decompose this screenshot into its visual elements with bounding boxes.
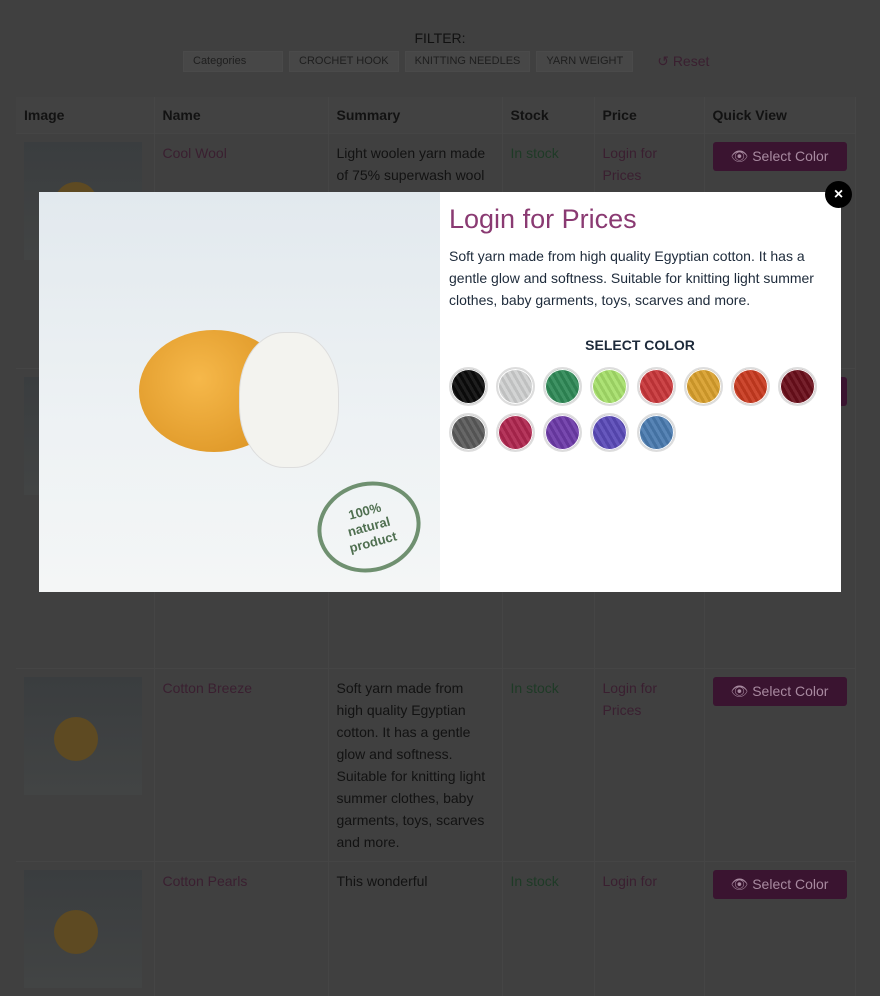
- color-swatch[interactable]: [684, 367, 723, 406]
- header-quick-view[interactable]: Quick View: [704, 97, 856, 134]
- header-image[interactable]: Image: [16, 97, 154, 134]
- product-name-link[interactable]: Cotton Pearls: [163, 873, 248, 889]
- color-swatch[interactable]: [496, 367, 535, 406]
- reset-icon: ↺: [657, 53, 669, 69]
- reset-button[interactable]: ↺ Reset: [657, 53, 709, 70]
- product-image: 100% natural product: [39, 192, 440, 592]
- price-login-link[interactable]: Login for Prices: [594, 669, 704, 862]
- natural-product-badge: 100% natural product: [307, 470, 431, 584]
- color-swatch[interactable]: [590, 367, 629, 406]
- filter-title: FILTER:: [0, 30, 880, 46]
- color-swatch[interactable]: [637, 367, 676, 406]
- color-swatch[interactable]: [637, 413, 676, 452]
- select-color-button[interactable]: 👁 Select Color: [713, 142, 847, 171]
- color-swatch[interactable]: [590, 413, 629, 452]
- yarn-label: [239, 332, 339, 468]
- color-swatch[interactable]: [496, 413, 535, 452]
- stock-status: In stock: [502, 862, 594, 996]
- eye-icon: 👁: [731, 683, 749, 699]
- filter-yarn-weight[interactable]: YARN WEIGHT: [536, 51, 633, 72]
- close-icon[interactable]: ×: [825, 181, 852, 208]
- color-swatch[interactable]: [543, 413, 582, 452]
- product-thumbnail[interactable]: [24, 870, 142, 988]
- select-color-label: SELECT COLOR: [449, 337, 831, 353]
- header-name[interactable]: Name: [154, 97, 328, 134]
- color-swatch[interactable]: [449, 413, 488, 452]
- table-row: Cotton Pearls This wonderful In stock Lo…: [16, 862, 856, 996]
- eye-icon: 👁: [731, 876, 749, 892]
- modal-price-title[interactable]: Login for Prices: [449, 204, 831, 235]
- color-swatch[interactable]: [778, 367, 817, 406]
- filter-bar: Categories CROCHET HOOK KNITTING NEEDLES…: [183, 51, 709, 72]
- filter-crochet-hook[interactable]: CROCHET HOOK: [289, 51, 399, 72]
- select-color-button[interactable]: 👁 Select Color: [713, 870, 847, 899]
- color-swatch[interactable]: [543, 367, 582, 406]
- quick-view-modal: 100% natural product Login for Prices So…: [39, 192, 841, 592]
- header-summary[interactable]: Summary: [328, 97, 502, 134]
- header-price[interactable]: Price: [594, 97, 704, 134]
- select-color-button[interactable]: 👁 Select Color: [713, 677, 847, 706]
- modal-description: Soft yarn made from high quality Egyptia…: [449, 245, 831, 311]
- product-summary: This wonderful: [328, 862, 502, 996]
- color-swatch[interactable]: [449, 367, 488, 406]
- header-stock[interactable]: Stock: [502, 97, 594, 134]
- table-row: Cotton Breeze Soft yarn made from high q…: [16, 669, 856, 862]
- product-name-link[interactable]: Cotton Breeze: [163, 680, 253, 696]
- price-login-link[interactable]: Login for: [594, 862, 704, 996]
- stock-status: In stock: [502, 669, 594, 862]
- categories-dropdown[interactable]: Categories: [183, 51, 283, 72]
- product-name-link[interactable]: Cool Wool: [163, 145, 227, 161]
- product-summary: Soft yarn made from high quality Egyptia…: [328, 669, 502, 862]
- color-swatch[interactable]: [731, 367, 770, 406]
- color-swatches: [449, 367, 819, 452]
- eye-icon: 👁: [731, 148, 749, 164]
- filter-knitting-needles[interactable]: KNITTING NEEDLES: [405, 51, 531, 72]
- product-thumbnail[interactable]: [24, 677, 142, 795]
